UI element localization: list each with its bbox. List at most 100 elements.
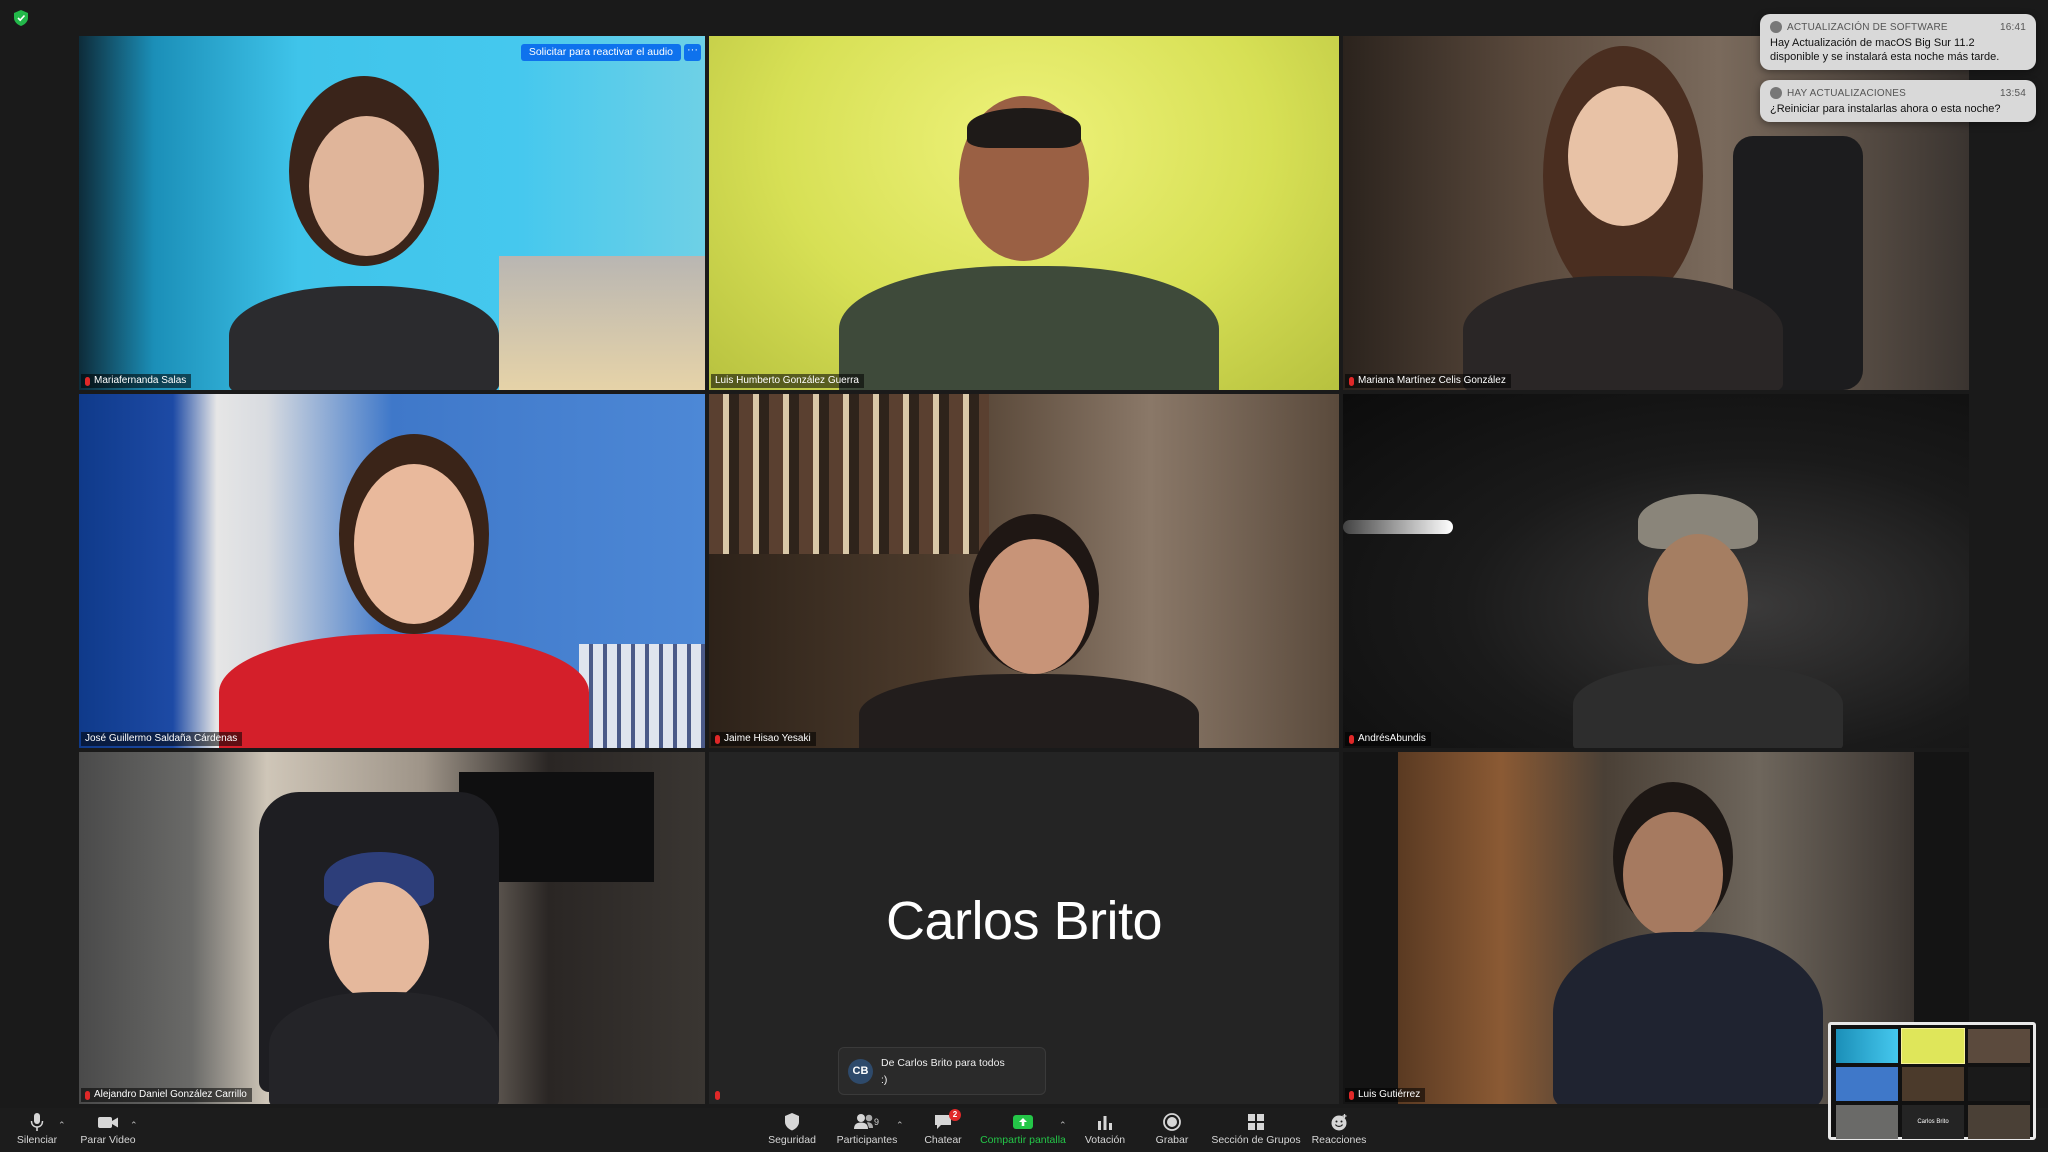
mini-tile [1902,1067,1964,1101]
avatar: CB [848,1059,873,1084]
muted-mic-icon [1349,376,1354,386]
encryption-shield-icon[interactable] [14,10,28,26]
mute-button[interactable]: Silenciar [14,1112,60,1152]
chat-message-popup[interactable]: CB De Carlos Brito para todos :) [838,1047,1046,1095]
reactions-button[interactable]: Reacciones [1310,1112,1368,1152]
poll-button[interactable]: Votación [1082,1112,1128,1152]
participant-name: José Guillermo Saldaña Cárdenas [85,733,238,744]
mute-options-chevron-icon[interactable]: ⌃ [58,1120,66,1131]
video-off-name: Carlos Brito [885,891,1163,951]
people-icon: 9 [854,1114,879,1129]
video-camera-icon [98,1117,118,1128]
participant-video-person [1573,494,1843,748]
meeting-toolbar: Silenciar ⌃ Parar Video ⌃ Seguridad 9 Pa… [0,1108,2048,1152]
video-options-chevron-icon[interactable]: ⌃ [130,1120,138,1131]
participant-name-tag: Mariafernanda Salas [81,374,192,388]
participant-video-person [839,96,1219,390]
notification-updates[interactable]: HAY ACTUALIZACIONES 13:54 ¿Reiniciar par… [1760,80,2036,122]
participant-name: Mariana Martínez Celis González [1358,375,1506,386]
unread-badge: 2 [949,1109,961,1121]
record-button[interactable]: Grabar [1150,1112,1194,1152]
request-unmute-button[interactable]: Solicitar para reactivar el audio [520,44,681,61]
chat-message-text: :) [881,1074,888,1086]
notification-time: 13:54 [1999,87,2026,99]
participant-name-tag: AndrésAbundis [1345,732,1431,746]
lamp-light [1343,520,1453,534]
share-screen-icon [1013,1115,1033,1129]
muted-mic-icon [85,1090,90,1100]
video-tile-4[interactable]: José Guillermo Saldaña Cárdenas [79,394,705,748]
participant-name: Jaime Hisao Yesaki [724,733,811,744]
mini-tile [1968,1029,2030,1063]
record-label: Grabar [1155,1134,1189,1146]
notification-body: Hay Actualización de macOS Big Sur 11.2 … [1770,37,2000,63]
participants-button[interactable]: 9 Participantes [834,1112,900,1152]
mini-tile [1968,1105,2030,1139]
stop-video-button[interactable]: Parar Video [80,1112,136,1152]
microphone-icon [30,1113,44,1131]
reactions-label: Reacciones [1311,1134,1367,1146]
participant-name-tag: Alejandro Daniel González Carrillo [81,1088,252,1102]
video-tile-5[interactable]: Jaime Hisao Yesaki [709,394,1339,748]
breakout-rooms-label: Sección de Grupos [1211,1134,1301,1146]
participants-count: 9 [874,1117,879,1127]
security-button[interactable]: Seguridad [766,1112,818,1152]
video-tile-6[interactable]: AndrésAbundis [1343,394,1969,748]
video-tile-7[interactable]: Alejandro Daniel González Carrillo [79,752,705,1104]
breakout-rooms-button[interactable]: Sección de Grupos [1210,1112,1302,1152]
share-screen-label: Compartir pantalla [980,1134,1066,1146]
chat-label: Chatear [924,1134,962,1146]
mini-tile [1901,1028,1965,1064]
gear-icon [1770,21,1782,33]
participant-video-person [1463,46,1783,390]
top-bar [0,0,2048,36]
participant-name-tag: Jaime Hisao Yesaki [711,732,816,746]
participant-name-tag: José Guillermo Saldaña Cárdenas [81,732,243,746]
participant-name: Luis Humberto González Guerra [715,375,859,386]
share-options-chevron-icon[interactable]: ⌃ [1059,1120,1067,1131]
share-screen-button[interactable]: Compartir pantalla [980,1112,1066,1152]
security-label: Seguridad [768,1134,816,1146]
notification-body: ¿Reiniciar para instalarlas ahora o esta… [1770,103,2001,115]
mini-gallery-view[interactable]: Carlos Brito [1828,1022,2036,1140]
stop-video-label: Parar Video [80,1134,136,1146]
muted-mic-icon [715,1090,720,1100]
video-tile-1[interactable]: Solicitar para reactivar el audio ··· Ma… [79,36,705,390]
participant-name-tag [711,1088,725,1102]
notification-time: 16:41 [1999,21,2026,33]
notification-software-update[interactable]: ACTUALIZACIÓN DE SOFTWARE 16:41 Hay Actu… [1760,14,2036,70]
participant-name: AndrésAbundis [1358,733,1426,744]
mute-label: Silenciar [16,1134,58,1146]
muted-mic-icon [85,376,90,386]
chat-sender: De Carlos Brito para todos [881,1057,1005,1069]
bed-decor [499,256,705,390]
notification-app: ACTUALIZACIÓN DE SOFTWARE [1787,21,1948,33]
mini-tile-name: Carlos Brito [1917,1119,1949,1125]
mini-tile [1836,1067,1898,1101]
chat-button[interactable]: 2 Chatear [920,1109,966,1152]
participant-video-person [229,76,499,390]
participant-video-person [1553,782,1823,1104]
participant-video-person [219,434,589,748]
more-options-button[interactable]: ··· [684,44,701,61]
muted-mic-icon [1349,1090,1354,1100]
record-icon [1163,1113,1181,1131]
smiley-icon [1331,1114,1347,1131]
participant-name-tag: Luis Humberto González Guerra [711,374,864,388]
grid-icon [1248,1114,1264,1130]
muted-mic-icon [1349,734,1354,744]
bar-chart-icon [1098,1116,1112,1130]
participants-options-chevron-icon[interactable]: ⌃ [896,1120,904,1131]
notification-app: HAY ACTUALIZACIONES [1787,87,1907,99]
participant-name: Luis Gutiérrez [1358,1089,1421,1100]
mini-tile: Carlos Brito [1902,1105,1964,1139]
mini-tile [1836,1029,1898,1063]
participant-name: Mariafernanda Salas [94,375,187,386]
video-tile-2[interactable]: Luis Humberto González Guerra [709,36,1339,390]
gear-icon [1770,87,1782,99]
participant-name-tag: Mariana Martínez Celis González [1345,374,1511,388]
participant-name: Alejandro Daniel González Carrillo [94,1089,247,1100]
participant-name-tag: Luis Gutiérrez [1345,1088,1426,1102]
participants-label: Participantes [836,1134,898,1146]
muted-mic-icon [715,734,720,744]
